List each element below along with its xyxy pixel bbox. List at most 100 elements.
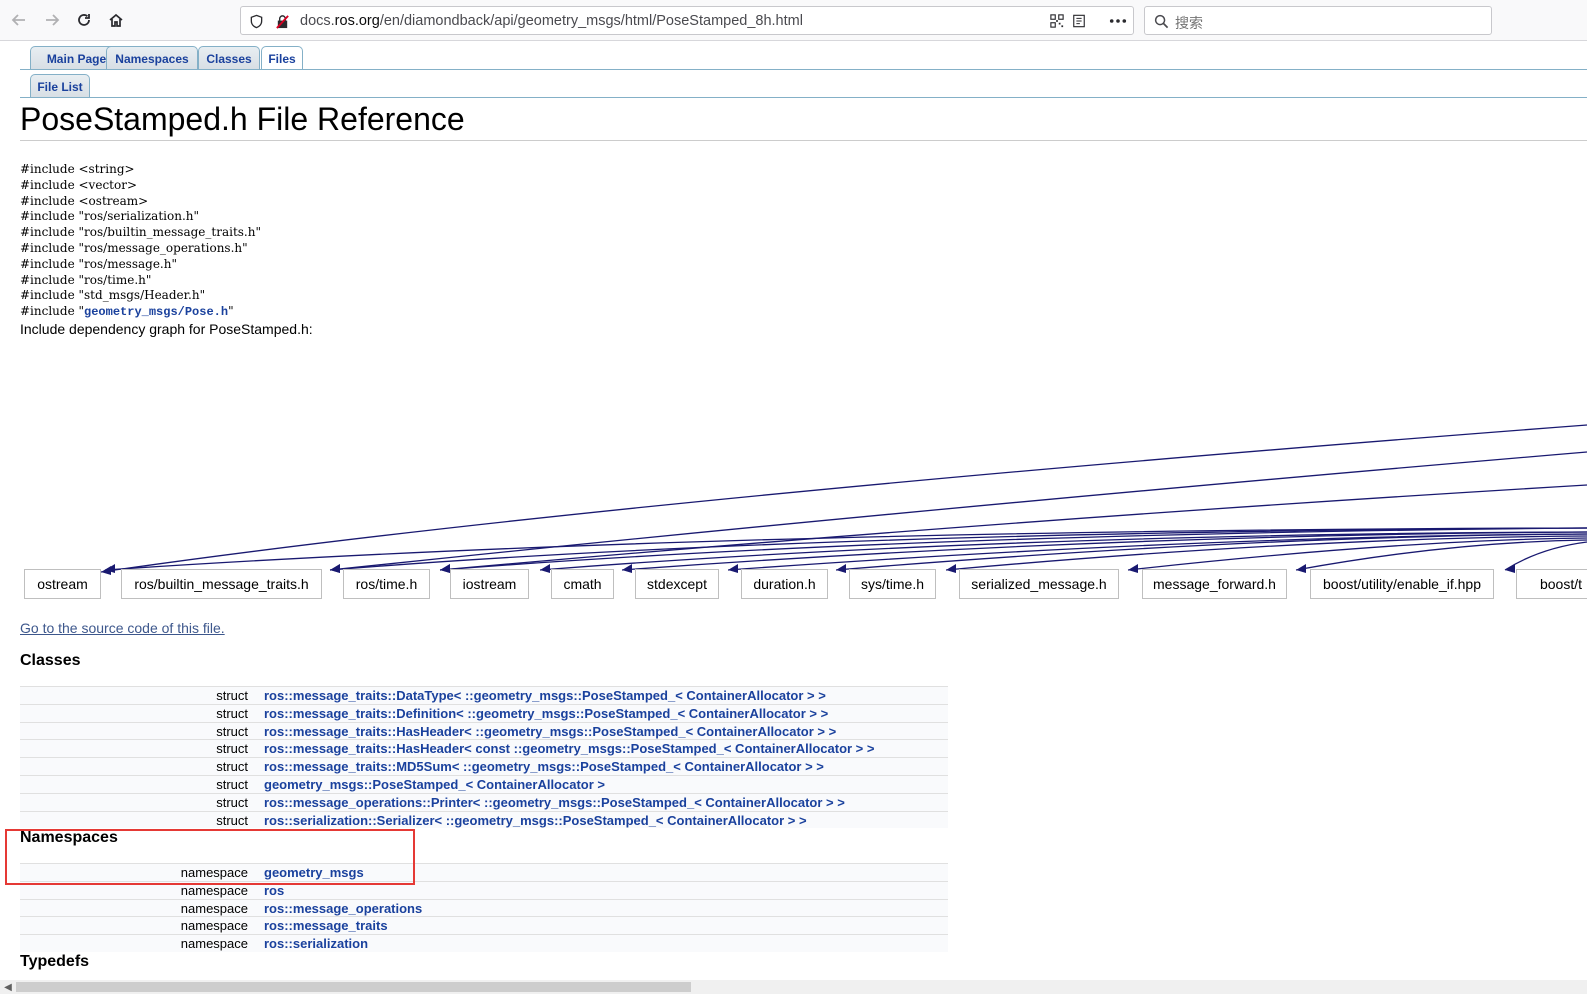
- insecure-lock-icon[interactable]: [274, 13, 290, 29]
- forward-button[interactable]: [38, 6, 66, 34]
- member-kind: struct: [216, 723, 248, 739]
- bottom-strip: [0, 994, 1587, 1006]
- reload-icon: [78, 14, 90, 26]
- namespaces-heading: Namespaces: [20, 829, 118, 846]
- graph-node[interactable]: message_forward.h: [1142, 569, 1287, 599]
- member-kind: struct: [216, 688, 248, 703]
- member-kind: struct: [216, 759, 248, 775]
- member-kind: namespace: [180, 936, 248, 952]
- home-button[interactable]: [102, 6, 130, 34]
- graph-arrowhead: [946, 564, 956, 573]
- graph-node[interactable]: stdexcept: [635, 569, 719, 599]
- include-line: #include "ros/message_operations.h": [20, 240, 248, 255]
- table-row: struct ros::message_operations::Printer< …: [20, 792, 948, 811]
- include-line: #include <string>: [20, 162, 135, 176]
- member-link[interactable]: geometry_msgs: [264, 865, 364, 880]
- source-code-link[interactable]: Go to the source code of this file.: [20, 620, 225, 636]
- graph-node[interactable]: sys/time.h: [849, 569, 936, 599]
- member-link[interactable]: ros::serialization::Serializer< ::geomet…: [264, 813, 807, 828]
- graph-arrowhead: [1296, 564, 1306, 573]
- reload-button[interactable]: [70, 6, 98, 34]
- page-title: PoseStamped.h File Reference: [20, 101, 465, 137]
- home-icon: [109, 13, 123, 27]
- member-link[interactable]: ros::message_traits::Definition< ::geome…: [264, 706, 828, 721]
- search-bar[interactable]: 搜索: [1144, 6, 1492, 35]
- member-link[interactable]: ros::serialization: [264, 936, 368, 951]
- main-tabs: Main Page Namespaces Classes Files: [20, 46, 620, 70]
- table-row: struct ros::message_traits::MD5Sum< ::geo…: [20, 757, 948, 775]
- url-host: ros.org: [334, 13, 380, 29]
- dependency-graph: ostream ros/builtin_message_traits.h ros/t…: [0, 400, 1587, 605]
- tab-namespaces[interactable]: Namespaces: [106, 46, 198, 70]
- include-line: #include "geometry_msgs/Pose.h": [20, 304, 261, 321]
- include-line: #include <vector>: [20, 177, 137, 192]
- graph-node[interactable]: duration.h: [741, 569, 828, 599]
- member-link[interactable]: geometry_msgs::PoseStamped_< ContainerAl…: [264, 777, 605, 792]
- graph-node[interactable]: serialized_message.h: [959, 569, 1119, 599]
- graph-node[interactable]: boost/t: [1516, 569, 1587, 599]
- member-link[interactable]: ros::message_traits: [264, 918, 388, 933]
- table-row: struct ros::message_traits::HasHeader< ::…: [20, 721, 948, 740]
- classes-heading: Classes: [20, 652, 81, 669]
- table-row: struct ros::message_traits::HasHeader< co…: [20, 739, 948, 758]
- tab-classes[interactable]: Classes: [198, 46, 260, 70]
- table-row: struct ros::message_traits::Definition< :…: [20, 703, 948, 722]
- horizontal-scrollbar-thumb[interactable]: [16, 982, 691, 992]
- table-row: namespace ros: [20, 880, 948, 899]
- table-row: namespace ros::message_operations: [20, 898, 948, 917]
- member-link[interactable]: ros::message_traits::HasHeader< ::geomet…: [264, 724, 836, 739]
- typedefs-heading: Typedefs: [20, 953, 90, 970]
- include-line: #include "ros/serialization.h": [20, 209, 200, 224]
- member-kind: struct: [216, 705, 248, 721]
- graph-node[interactable]: ros/builtin_message_traits.h: [121, 569, 322, 599]
- member-link[interactable]: ros::message_traits::DataType< ::geometr…: [264, 688, 826, 703]
- search-icon: [1153, 13, 1169, 29]
- table-row: namespace ros::message_traits: [20, 916, 948, 935]
- member-kind: namespace: [180, 918, 248, 934]
- graph-node[interactable]: boost/utility/enable_if.hpp: [1310, 569, 1494, 599]
- graph-node[interactable]: ros/time.h: [343, 569, 430, 599]
- member-link[interactable]: ros: [264, 883, 284, 898]
- member-link[interactable]: ros::message_operations::Printer< ::geom…: [264, 795, 845, 810]
- member-kind: struct: [216, 794, 248, 810]
- include-prefix: #include ": [20, 304, 85, 319]
- back-button[interactable]: [5, 6, 33, 34]
- table-row: namespace geometry_msgs: [20, 863, 948, 881]
- member-link[interactable]: ros::message_traits::HasHeader< const ::…: [264, 741, 874, 756]
- table-row: struct ros::serialization::Serializer< ::…: [20, 810, 948, 829]
- include-line: #include <ostream>: [20, 193, 149, 208]
- table-row: namespace ros::serialization: [20, 934, 948, 952]
- table-row: struct ros::message_traits::DataType< ::g…: [20, 686, 948, 704]
- url-prefix: docs.: [300, 13, 335, 29]
- graph-node[interactable]: iostream: [450, 569, 529, 599]
- graph-arrowhead: [540, 564, 550, 573]
- graph-arrowhead: [836, 564, 846, 573]
- member-link[interactable]: ros::message_traits::MD5Sum< ::geometry_…: [264, 759, 824, 774]
- shield-icon[interactable]: [248, 13, 264, 29]
- graph-edge: [727, 533, 1587, 571]
- reader-view-icon[interactable]: [1071, 13, 1087, 29]
- tab-files[interactable]: Files: [261, 46, 303, 70]
- member-kind: struct: [216, 812, 248, 828]
- url-bar[interactable]: docs.ros.org/en/diamondback/api/geometry…: [240, 6, 1134, 35]
- graph-arrowhead: [728, 564, 738, 573]
- include-line: #include "ros/builtin_message_traits.h": [20, 225, 261, 240]
- search-input[interactable]: 搜索: [1175, 13, 1203, 33]
- classes-table: struct ros::message_traits::DataType< ::g…: [20, 686, 948, 829]
- scroll-left-arrow-icon[interactable]: ◀: [2, 980, 14, 994]
- member-kind: struct: [216, 741, 248, 757]
- horizontal-scrollbar[interactable]: ◀: [0, 980, 1587, 994]
- arrow-right-icon: [46, 14, 60, 26]
- qr-code-icon[interactable]: [1049, 13, 1065, 29]
- member-link[interactable]: ros::message_operations: [264, 901, 422, 916]
- graph-node[interactable]: ostream: [24, 569, 101, 599]
- graph-arrowhead: [1128, 564, 1138, 573]
- include-link[interactable]: geometry_msgs/Pose.h: [84, 305, 228, 319]
- url-text[interactable]: docs.ros.org/en/diamondback/api/geometry…: [300, 13, 803, 29]
- tabs-divider: [20, 69, 1587, 70]
- table-row: struct geometry_msgs::PoseStamped_< Conta…: [20, 774, 948, 793]
- tab-file-list[interactable]: File List: [30, 74, 90, 98]
- dependency-graph-caption: Include dependency graph for PoseStamped…: [20, 321, 313, 337]
- graph-node[interactable]: cmath: [551, 569, 614, 599]
- more-icon[interactable]: [1107, 13, 1129, 29]
